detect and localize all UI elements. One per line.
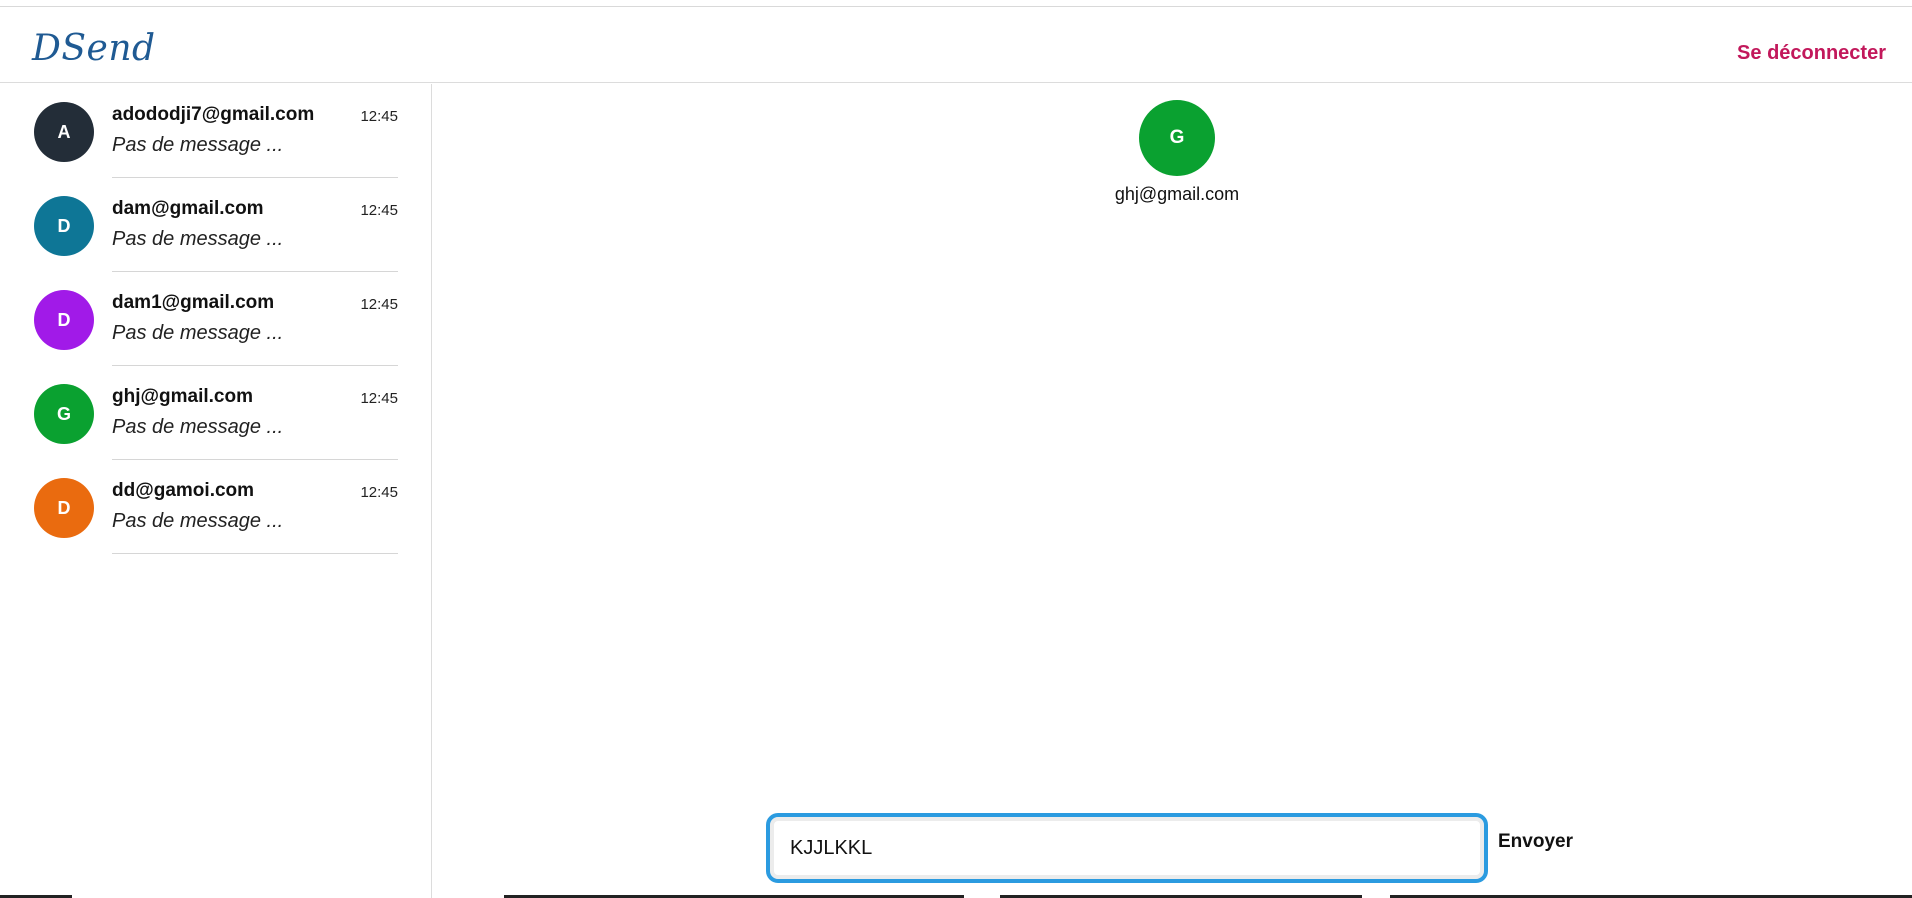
- conversation-preview: Pas de message ...: [112, 228, 284, 250]
- conversation-list: A adododji7@gmail.com 12:45 Pas de messa…: [0, 84, 432, 898]
- avatar: G: [34, 384, 94, 444]
- avatar: D: [34, 196, 94, 256]
- avatar: D: [34, 478, 94, 538]
- avatar: D: [34, 290, 94, 350]
- avatar: A: [34, 102, 94, 162]
- conversation-email: dam1@gmail.com: [112, 292, 275, 313]
- conversation-item[interactable]: D dam1@gmail.com 12:45 Pas de message ..…: [0, 272, 432, 366]
- conversation-preview: Pas de message ...: [112, 416, 284, 438]
- conversation-preview: Pas de message ...: [112, 134, 284, 156]
- logout-button[interactable]: Se déconnecter: [1737, 42, 1886, 65]
- send-button[interactable]: Envoyer: [1498, 831, 1573, 853]
- conversation-item[interactable]: D dam@gmail.com 12:45 Pas de message ...: [0, 178, 432, 272]
- app-logo[interactable]: DSend: [32, 28, 156, 69]
- conversation-preview: Pas de message ...: [112, 510, 284, 532]
- message-input[interactable]: [766, 813, 1488, 883]
- divider: [112, 553, 398, 554]
- conversation-time: 12:45: [360, 202, 398, 219]
- conversation-time: 12:45: [360, 296, 398, 313]
- contact-email: ghj@gmail.com: [1114, 184, 1240, 204]
- conversation-time: 12:45: [360, 108, 398, 125]
- app-header: DSend Se déconnecter: [0, 7, 1912, 83]
- conversation-time: 12:45: [360, 484, 398, 501]
- conversation-email: ghj@gmail.com: [112, 386, 253, 407]
- conversation-email: adododji7@gmail.com: [112, 104, 315, 125]
- conversation-email: dam@gmail.com: [112, 198, 264, 219]
- chat-contact: G: [1139, 100, 1215, 176]
- conversation-item[interactable]: A adododji7@gmail.com 12:45 Pas de messa…: [0, 84, 432, 178]
- conversation-item[interactable]: D dd@gamoi.com 12:45 Pas de message ...: [0, 460, 432, 554]
- conversation-time: 12:45: [360, 390, 398, 407]
- conversation-email: dd@gamoi.com: [112, 480, 255, 501]
- conversation-preview: Pas de message ...: [112, 322, 284, 344]
- conversation-item[interactable]: G ghj@gmail.com 12:45 Pas de message ...: [0, 366, 432, 460]
- contact-avatar: G: [1139, 100, 1215, 176]
